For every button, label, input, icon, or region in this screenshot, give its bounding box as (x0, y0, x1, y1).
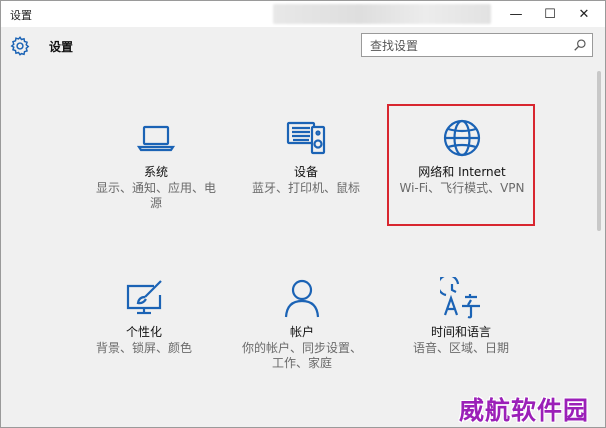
watermark-text: 威航软件园 (459, 396, 590, 425)
tile-network-label: 网络和 Internet (418, 165, 506, 179)
tile-personalization-desc: 背景、锁屏、颜色 (95, 341, 192, 355)
tile-devices-desc: 蓝牙、打印机、鼠标 (251, 181, 360, 195)
tile-network-internet[interactable]: 网络和 Internet Wi-Fi、飞行模式、VPN (387, 117, 537, 196)
settings-window: 设置 — ☐ ✕ 设置 系统 显示、通知、应用、电源 (0, 0, 606, 428)
tile-accounts-desc: 你的帐户、同步设置、工作、家庭 (241, 341, 362, 370)
globe-icon (443, 119, 481, 157)
tile-personalization-label: 个性化 (125, 325, 162, 339)
blurred-region (273, 4, 491, 24)
tile-time-language-desc: 语音、区域、日期 (412, 341, 509, 355)
laptop-icon (136, 125, 176, 152)
personalization-icon (126, 280, 162, 315)
scrollbar[interactable] (597, 71, 601, 231)
person-icon (284, 279, 320, 318)
close-button[interactable]: ✕ (567, 1, 601, 27)
time-language-icon (440, 277, 480, 319)
search-box[interactable] (361, 33, 593, 57)
tile-personalization[interactable]: 个性化 背景、锁屏、颜色 (69, 277, 219, 356)
tile-time-language[interactable]: 时间和语言 语音、区域、日期 (386, 277, 536, 356)
tile-devices-label: 设备 (293, 165, 318, 179)
title-bar[interactable]: 设置 — ☐ ✕ (1, 1, 605, 27)
search-input[interactable] (368, 37, 572, 55)
settings-header: 设置 (1, 27, 605, 65)
minimize-button[interactable]: — (499, 1, 533, 27)
tile-network-desc: Wi-Fi、飞行模式、VPN (399, 181, 525, 195)
search-icon[interactable] (573, 38, 587, 52)
window-title: 设置 (10, 9, 32, 22)
devices-icon (286, 121, 326, 155)
tile-system[interactable]: 系统 显示、通知、应用、电源 (81, 117, 231, 211)
page-title: 设置 (49, 40, 74, 54)
tile-accounts[interactable]: 帐户 你的帐户、同步设置、工作、家庭 (227, 277, 377, 371)
tile-time-language-label: 时间和语言 (430, 325, 491, 339)
tile-devices[interactable]: 设备 蓝牙、打印机、鼠标 (231, 117, 381, 196)
gear-icon (10, 36, 30, 56)
tile-accounts-label: 帐户 (289, 325, 314, 339)
maximize-button[interactable]: ☐ (533, 1, 567, 27)
tile-system-desc: 显示、通知、应用、电源 (95, 181, 216, 210)
tile-system-label: 系统 (143, 165, 168, 179)
